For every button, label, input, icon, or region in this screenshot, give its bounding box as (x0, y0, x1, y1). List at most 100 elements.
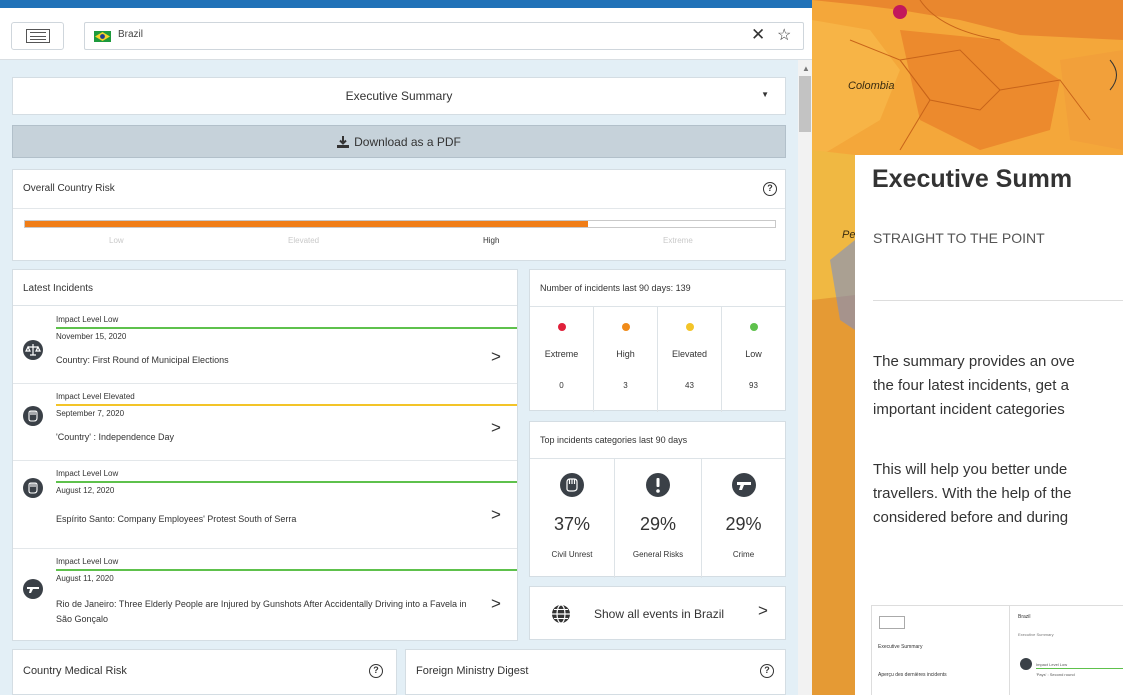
risk-progress-bar (24, 220, 776, 228)
search-input[interactable]: Brazil ✕ ☆ (84, 22, 804, 50)
chevron-right-icon[interactable]: > (491, 594, 501, 614)
incident-counts-grid: Extreme 0 High 3 Elevated 43 Low 93 (530, 306, 785, 412)
incident-row[interactable]: Impact Level Elevated September 7, 2020 … (13, 384, 517, 461)
top-accent-strip (0, 0, 812, 8)
chevron-right-icon[interactable]: > (491, 418, 501, 438)
risk-level-low: Low (109, 236, 124, 245)
risk-level-extreme: Extreme (663, 236, 693, 245)
incident-title: Country: First Round of Municipal Electi… (56, 355, 229, 365)
incident-title: Rio de Janeiro: Three Elderly People are… (56, 599, 467, 624)
scrollbar-thumb[interactable] (799, 76, 811, 132)
hamburger-icon (25, 29, 50, 43)
hamburger-icon (879, 616, 905, 629)
show-all-events-label: Show all events in Brazil (594, 607, 725, 621)
incident-date: August 11, 2020 (56, 574, 114, 583)
overlay-title: Executive Summ (872, 165, 1073, 193)
incident-impact: Impact Level Low (56, 469, 119, 478)
show-all-events-button[interactable]: Show all events in Brazil > (529, 586, 786, 640)
count-value: 3 (623, 381, 628, 390)
chevron-down-icon: ▼ (761, 90, 769, 99)
scrollbar[interactable] (798, 60, 812, 695)
incident-row[interactable]: Impact Level Low August 12, 2020 Espírit… (13, 461, 517, 549)
incident-date: September 7, 2020 (56, 409, 125, 418)
impact-line (56, 327, 517, 329)
count-cell-elevated: Elevated 43 (658, 307, 722, 412)
impact-line (56, 481, 517, 483)
count-cell-low: Low 93 (722, 307, 785, 412)
thumbnail-text: Executive Summary (1018, 632, 1054, 637)
impact-line (1036, 668, 1123, 669)
favorite-star-icon[interactable]: ☆ (777, 25, 791, 45)
count-cell-high: High 3 (594, 307, 658, 412)
brazil-flag-icon (94, 31, 111, 42)
count-label: Extreme (544, 349, 579, 359)
globe-icon (552, 604, 570, 624)
incident-date: August 12, 2020 (56, 486, 115, 495)
thumbnail-text: Impact Level Low (1036, 662, 1068, 667)
scroll-up-icon[interactable]: ▲ (802, 64, 810, 73)
overlay-paragraph-line: The summary provides an ove (873, 353, 1075, 370)
download-pdf-label: Download as a PDF (354, 135, 461, 149)
count-value: 43 (685, 381, 694, 390)
download-pdf-button[interactable]: Download as a PDF (12, 125, 786, 158)
map-label-colombia: Colombia (848, 80, 895, 92)
help-icon[interactable]: ? (763, 182, 777, 196)
fist-icon (23, 406, 43, 426)
category-label: Crime (732, 550, 755, 559)
latest-incidents-card: Latest Incidents Impact Level Low Novemb… (12, 269, 518, 641)
incident-counts-card: Number of incidents last 90 days: 139 Ex… (529, 269, 786, 412)
incident-impact: Impact Level Low (56, 557, 119, 566)
overlay-paragraph-line: travellers. With the help of the (873, 485, 1072, 502)
gun-icon (731, 473, 756, 497)
top-categories-grid: 37% Civil Unrest 29% General Risks 29% C… (530, 458, 785, 578)
category-general-risks: 29% General Risks (615, 459, 702, 578)
elevated-dot (685, 323, 694, 331)
incident-row[interactable]: Impact Level Low November 15, 2020 Count… (13, 307, 517, 384)
count-cell-extreme: Extreme 0 (530, 307, 594, 412)
count-label: High (616, 349, 635, 359)
foreign-ministry-card[interactable]: Foreign Ministry Digest ? (405, 649, 786, 695)
country-risk-card: Overall Country Risk ? Low Elevated High… (12, 169, 786, 261)
thumbnail-text: 'Pays' : Second round (1036, 672, 1075, 677)
incident-impact: Impact Level Elevated (56, 392, 135, 401)
help-icon[interactable]: ? (760, 664, 774, 678)
high-dot (621, 323, 630, 331)
category-crime: 29% Crime (702, 459, 785, 578)
thumbnail-text: Brazil (1018, 614, 1031, 620)
overlay-subtitle: STRAIGHT TO THE POINT (873, 230, 1045, 246)
menu-button[interactable] (11, 22, 64, 50)
extreme-dot (557, 323, 566, 331)
thumbnail-text: Executive Summary (878, 644, 923, 650)
incident-counts-title: Number of incidents last 90 days: 139 (540, 283, 691, 293)
divider (13, 208, 785, 209)
overlay-paragraph-line: important incident categories (873, 401, 1065, 418)
top-categories-card: Top incidents categories last 90 days 37… (529, 421, 786, 578)
section-select[interactable]: Executive Summary ▼ (12, 77, 786, 115)
medical-risk-card[interactable]: Country Medical Risk ? (12, 649, 397, 695)
foreign-ministry-title: Foreign Ministry Digest (416, 665, 529, 677)
clear-icon[interactable]: ✕ (751, 25, 765, 45)
impact-line (56, 404, 517, 406)
chevron-right-icon[interactable]: > (491, 347, 501, 367)
category-label: General Risks (632, 550, 684, 559)
thumbnail-text: Aperçu des dernières incidents (878, 672, 947, 678)
help-icon[interactable]: ? (369, 664, 383, 678)
thumbnail-sidebar: Executive Summary Aperçu des dernières i… (872, 606, 1010, 695)
incident-row[interactable]: Impact Level Low August 11, 2020 Rio de … (13, 549, 517, 641)
low-dot (749, 323, 758, 331)
overlay-paragraph-line: the four latest incidents, get a (873, 377, 1069, 394)
category-civil-unrest: 37% Civil Unrest (530, 459, 615, 578)
count-label: Elevated (671, 349, 708, 359)
risk-level-elevated: Elevated (288, 236, 320, 245)
risk-progress-fill (25, 221, 588, 227)
count-value: 0 (559, 381, 564, 390)
risk-level-high: High (483, 236, 500, 245)
overlay-paragraph-line: considered before and during (873, 509, 1069, 526)
fist-icon (23, 478, 43, 498)
category-percent: 29% (725, 514, 762, 534)
chevron-right-icon[interactable]: > (491, 505, 501, 525)
search-header: Brazil ✕ ☆ (0, 8, 812, 60)
latest-incidents-header: Latest Incidents (13, 270, 517, 306)
incident-title: 'Country' : Independence Day (56, 432, 175, 442)
overlay-screenshot-thumbnail: Executive Summary Aperçu des dernières i… (871, 605, 1123, 695)
